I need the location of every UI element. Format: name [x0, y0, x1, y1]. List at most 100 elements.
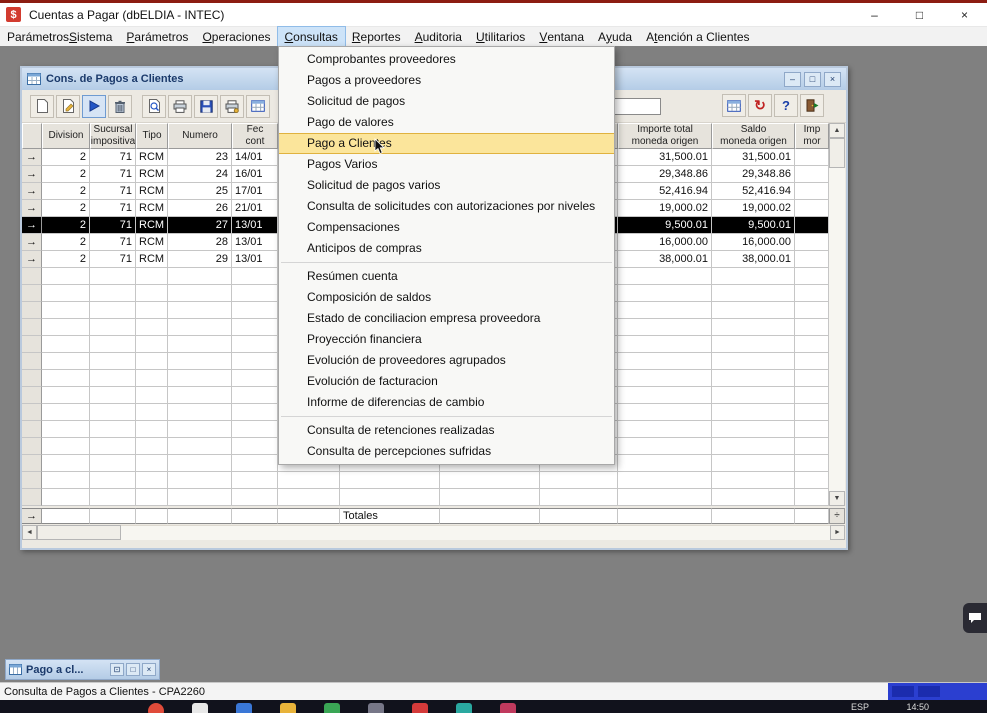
taskbar-app-gray-icon[interactable] — [368, 703, 384, 713]
menuitem-pagos-a-proveedores[interactable]: Pagos a proveedores — [279, 70, 614, 91]
exit-button[interactable] — [800, 94, 824, 117]
horizontal-scrollbar[interactable]: ◄ ► — [22, 525, 845, 540]
taskbar-app-yellow-icon[interactable] — [280, 703, 296, 713]
menu-operaciones[interactable]: Operaciones — [195, 27, 277, 46]
menuitem-informe-de-diferencias-de-cambio[interactable]: Informe de diferencias de cambio — [279, 392, 614, 413]
menuitem-pagos-varios[interactable]: Pagos Varios — [279, 154, 614, 175]
edit-button[interactable] — [56, 95, 80, 118]
scroll-right-button[interactable]: ► — [830, 525, 845, 540]
menu-consultas[interactable]: Consultas — [278, 27, 345, 46]
menu-ayuda[interactable]: Ayuda — [591, 27, 639, 46]
menuitem-compensaciones[interactable]: Compensaciones — [279, 217, 614, 238]
menu-parametros-sistema[interactable]: Parámetros Sistema — [0, 27, 119, 46]
grid-cell-fecha-cont: 13/01 — [232, 251, 278, 268]
close-button[interactable]: × — [942, 3, 987, 26]
column-header-sucursal[interactable]: Sucursal impositiva — [90, 123, 136, 149]
scroll-down-button[interactable]: ▼ — [829, 491, 845, 506]
menuitem-comprobantes-proveedores[interactable]: Comprobantes proveedores — [279, 49, 614, 70]
maximize-button[interactable]: □ — [897, 3, 942, 26]
taskbar-app-white-icon[interactable] — [192, 703, 208, 713]
menu-auditoria[interactable]: Auditoria — [408, 27, 469, 46]
menuitem-estado-de-conciliacion-empresa-proveedora[interactable]: Estado de conciliacion empresa proveedor… — [279, 308, 614, 329]
scroll-left-button[interactable]: ◄ — [22, 525, 37, 540]
horizontal-scrollbar-thumb[interactable] — [37, 525, 121, 540]
menu-parametros[interactable]: Parámetros — [119, 27, 195, 46]
minimized-window[interactable]: Pago a cl... ⊡ □ × — [5, 659, 160, 680]
column-header-division[interactable]: Division — [42, 123, 90, 149]
taskbar-app-red2-icon[interactable] — [412, 703, 428, 713]
vertical-scrollbar[interactable]: ▲ ▼ — [829, 123, 845, 506]
run-query-button[interactable] — [82, 95, 106, 118]
menuitem-consulta-de-solicitudes-con-autorizaciones-por-niveles[interactable]: Consulta de solicitudes con autorizacion… — [279, 196, 614, 217]
chat-widget[interactable] — [963, 603, 987, 633]
taskbar-app-green-icon[interactable] — [324, 703, 340, 713]
export-grid-button[interactable] — [246, 95, 270, 118]
child-close-button[interactable]: × — [824, 72, 841, 87]
column-header-tipo[interactable]: Tipo — [136, 123, 168, 149]
taskbar-app-teal-icon[interactable] — [456, 703, 472, 713]
grid-row[interactable] — [22, 472, 829, 489]
menu-ventana[interactable]: Ventana — [532, 27, 591, 46]
grid-cell-sucursal — [90, 387, 136, 404]
menuitem-composicion-de-saldos[interactable]: Composición de saldos — [279, 287, 614, 308]
menuitem-anticipos-de-compras[interactable]: Anticipos de compras — [279, 238, 614, 259]
help-button[interactable]: ? — [774, 94, 798, 117]
toolbar-right-group: ↻ ? — [722, 94, 826, 117]
delete-button[interactable] — [108, 95, 132, 118]
grid-cell-numero — [168, 421, 232, 438]
grid-cell-numero: 27 — [168, 217, 232, 234]
taskbar-app-red-icon[interactable] — [148, 703, 164, 713]
menuitem-resumen-cuenta[interactable]: Resúmen cuenta — [279, 266, 614, 287]
grid-row[interactable] — [22, 489, 829, 506]
menuitem-solicitud-de-pagos[interactable]: Solicitud de pagos — [279, 91, 614, 112]
close-button[interactable]: × — [142, 663, 156, 676]
menuitem-consulta-de-retenciones-realizadas[interactable]: Consulta de retenciones realizadas — [279, 420, 614, 441]
titlebar[interactable]: $ Cuentas a Pagar (dbELDIA - INTEC) – □ … — [0, 3, 987, 27]
maximize-button[interactable]: □ — [126, 663, 140, 676]
column-header-imp[interactable]: Imp mor — [795, 123, 829, 149]
scroll-up-button[interactable]: ▲ — [829, 123, 845, 138]
horizontal-scrollbar-track[interactable] — [121, 525, 830, 540]
print-button[interactable] — [168, 95, 192, 118]
vertical-scrollbar-thumb[interactable] — [829, 138, 845, 168]
grid-cell-importe-total: 31,500.01 — [618, 149, 712, 166]
column-header-indicator[interactable] — [22, 123, 42, 149]
menu-atencion-a-clientes[interactable]: Atención a Clientes — [639, 27, 756, 46]
preview-button[interactable] — [142, 95, 166, 118]
minimize-button[interactable]: – — [852, 3, 897, 26]
print-setup-button[interactable] — [220, 95, 244, 118]
row-indicator-cell — [22, 370, 42, 387]
menuitem-solicitud-de-pagos-varios[interactable]: Solicitud de pagos varios — [279, 175, 614, 196]
row-indicator-cell — [22, 387, 42, 404]
vertical-scrollbar-track[interactable] — [829, 168, 845, 491]
grid-cell-division — [42, 387, 90, 404]
clock[interactable]: 14:50 — [906, 702, 929, 712]
grid-view-button[interactable] — [722, 94, 746, 117]
taskbar-app-crimson-icon[interactable] — [500, 703, 516, 713]
save-button[interactable] — [194, 95, 218, 118]
menuitem-evolucion-de-facturacion[interactable]: Evolución de facturacion — [279, 371, 614, 392]
column-header-importe-total[interactable]: Importe total moneda origen — [618, 123, 712, 149]
menuitem-pago-a-clientes[interactable]: Pago a Clientes — [279, 133, 614, 154]
refresh-button[interactable]: ↻ — [748, 94, 772, 117]
column-header-saldo[interactable]: Saldo moneda origen — [712, 123, 795, 149]
grid-cell-numero: 23 — [168, 149, 232, 166]
menuitem-consulta-de-percepciones-sufridas[interactable]: Consulta de percepciones sufridas — [279, 441, 614, 462]
child-minimize-button[interactable]: – — [784, 72, 801, 87]
column-header-numero[interactable]: Numero — [168, 123, 232, 149]
taskbar[interactable]: ESP 14:50 — [0, 700, 987, 713]
new-button[interactable] — [30, 95, 54, 118]
footer-split-control[interactable]: ÷ — [829, 508, 845, 524]
restore-button[interactable]: ⊡ — [110, 663, 124, 676]
taskbar-app-blue-icon[interactable] — [236, 703, 252, 713]
menuitem-evolucion-de-proveedores-agrupados[interactable]: Evolución de proveedores agrupados — [279, 350, 614, 371]
child-maximize-button[interactable]: □ — [804, 72, 821, 87]
menuitem-pago-de-valores[interactable]: Pago de valores — [279, 112, 614, 133]
menu-reportes[interactable]: Reportes — [345, 27, 408, 46]
column-header-fecha-cont[interactable]: Fec cont — [232, 123, 278, 149]
language-indicator[interactable]: ESP — [851, 702, 869, 712]
floppy-disk-icon — [200, 100, 213, 113]
menu-utilitarios[interactable]: Utilitarios — [469, 27, 532, 46]
menuitem-proyeccion-financiera[interactable]: Proyección financiera — [279, 329, 614, 350]
footer-cell-fecha-cont — [232, 508, 278, 524]
